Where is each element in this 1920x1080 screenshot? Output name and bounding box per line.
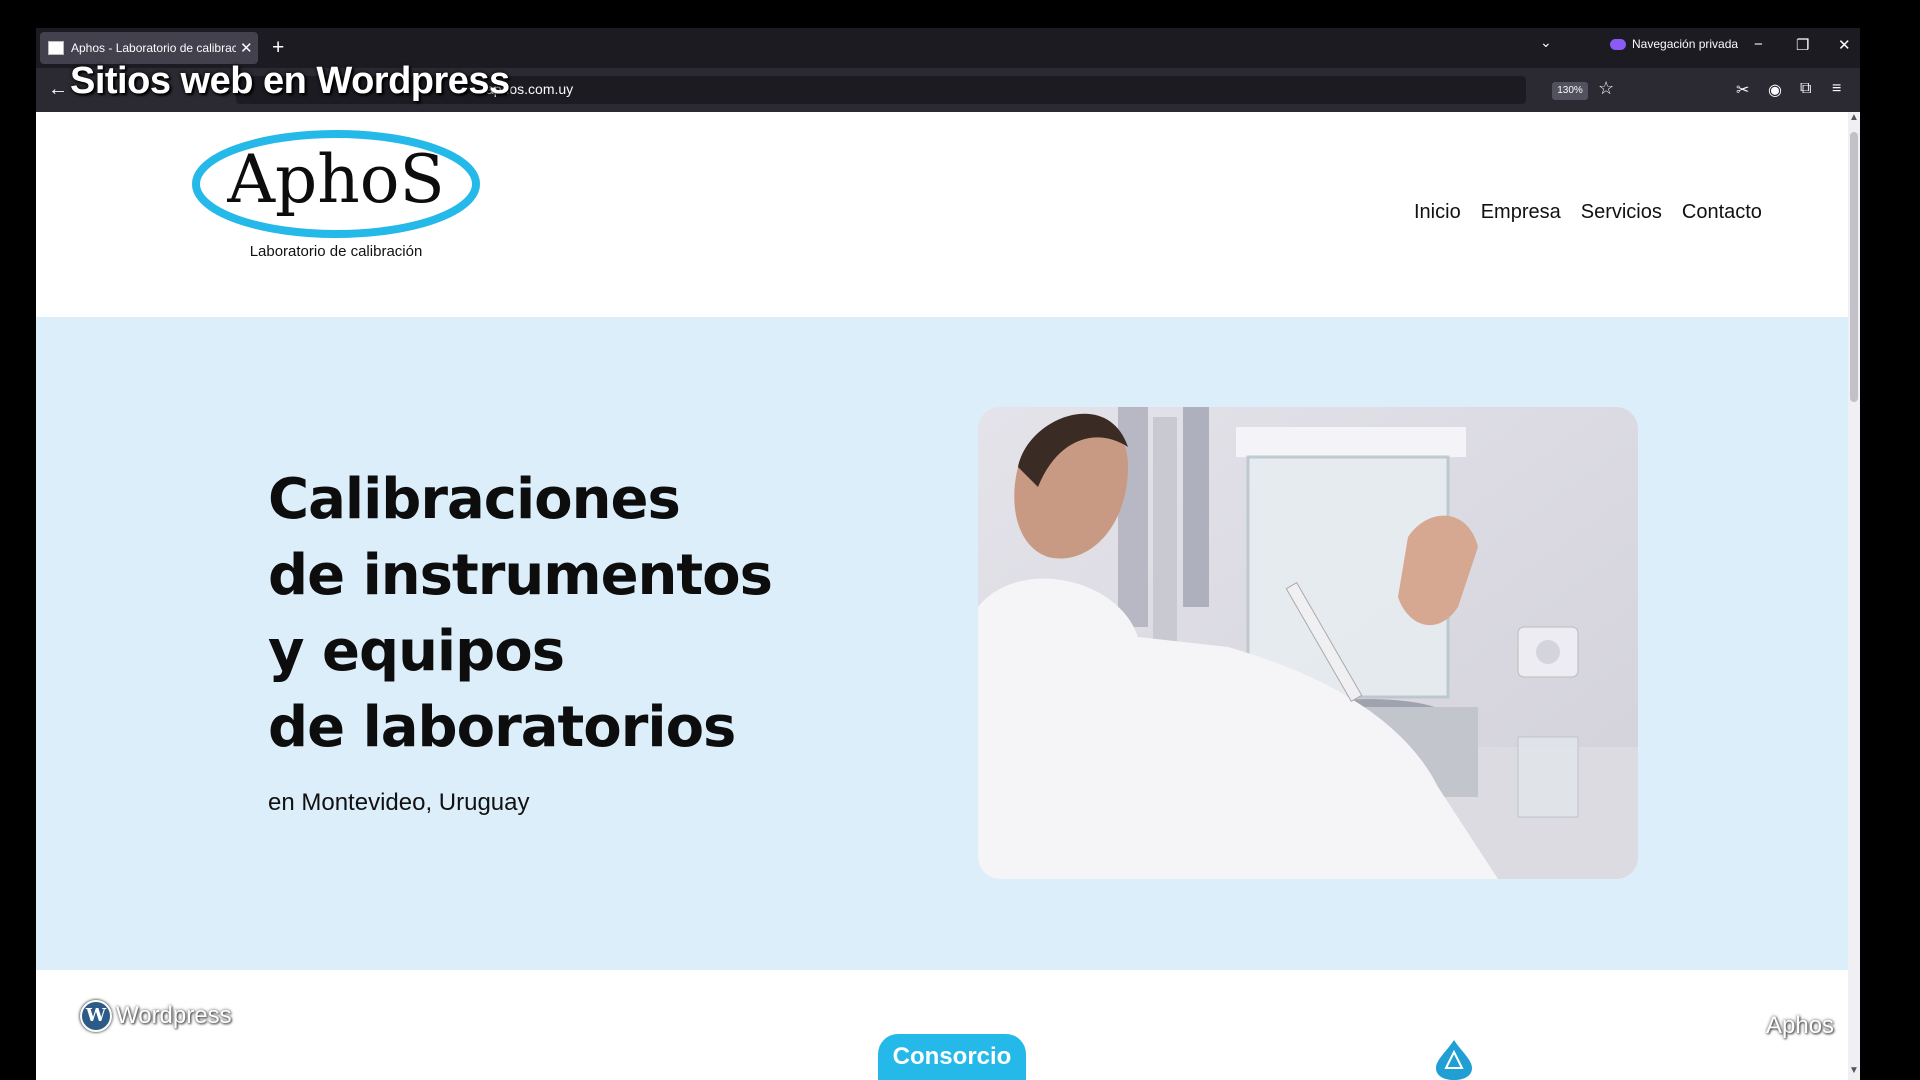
wordpress-icon: W bbox=[80, 1000, 112, 1032]
private-mask-icon bbox=[1610, 38, 1626, 50]
hero-section: Calibraciones de instrumentos y equipos … bbox=[36, 317, 1848, 970]
logo-text: AphoS bbox=[226, 141, 444, 218]
hero-subtitle: en Montevideo, Uruguay bbox=[268, 789, 530, 816]
scroll-down-icon[interactable]: ▼ bbox=[1849, 1065, 1859, 1076]
tab-title: Aphos - Laboratorio de calibración bbox=[71, 41, 236, 55]
nav-servicios[interactable]: Servicios bbox=[1581, 201, 1662, 224]
nav-empresa[interactable]: Empresa bbox=[1481, 201, 1561, 224]
aphos-watermark: Aphos bbox=[1766, 1012, 1835, 1039]
scroll-up-icon[interactable]: ▲ bbox=[1849, 112, 1859, 123]
bookmark-star-icon[interactable]: ☆ bbox=[1598, 78, 1614, 99]
screenshot-icon[interactable]: ✂ bbox=[1736, 80, 1749, 100]
video-overlay-title: Sitios web en Wordpress bbox=[70, 60, 510, 102]
wordpress-watermark: W Wordpress bbox=[80, 1000, 232, 1032]
hero-title-line: Calibraciones bbox=[268, 467, 681, 532]
cta-button[interactable]: Consorcio bbox=[878, 1034, 1026, 1080]
hero-lab-photo bbox=[978, 407, 1638, 879]
restore-icon[interactable]: ❐ bbox=[1796, 36, 1809, 54]
scroll-thumb[interactable] bbox=[1850, 132, 1858, 402]
aphos-logo[interactable]: AphoS Laboratorio de calibración bbox=[191, 128, 481, 268]
favicon-icon bbox=[48, 41, 64, 55]
menu-icon[interactable]: ≡ bbox=[1832, 80, 1841, 98]
next-section-preview: Consorcio bbox=[36, 970, 1848, 1080]
wordpress-watermark-text: Wordpress bbox=[116, 1002, 232, 1029]
hero-title-line: de instrumentos bbox=[268, 543, 773, 608]
extensions-icon[interactable]: ⧉ bbox=[1800, 80, 1811, 98]
nav-inicio[interactable]: Inicio bbox=[1414, 201, 1461, 224]
tab-list-icon[interactable]: ⌄ bbox=[1540, 34, 1552, 51]
new-tab-button[interactable]: + bbox=[272, 36, 284, 60]
extension-record-icon[interactable]: ◉ bbox=[1768, 80, 1782, 100]
site-header: AphoS Laboratorio de calibración Inicio … bbox=[36, 112, 1848, 317]
logo-tagline: Laboratorio de calibración bbox=[250, 243, 423, 260]
main-nav: Inicio Empresa Servicios Contacto bbox=[1414, 201, 1762, 224]
hero-title-line: y equipos bbox=[268, 619, 565, 684]
browser-window: Aphos - Laboratorio de calibración ✕ + ⌄… bbox=[36, 28, 1860, 1080]
minimize-icon[interactable]: − bbox=[1754, 36, 1763, 53]
nav-contacto[interactable]: Contacto bbox=[1682, 201, 1762, 224]
zoom-indicator[interactable]: 130% bbox=[1552, 82, 1588, 100]
hero-title-line: de laboratorios bbox=[268, 695, 736, 760]
private-label: Navegación privada bbox=[1632, 37, 1739, 51]
close-window-icon[interactable]: ✕ bbox=[1838, 36, 1851, 54]
page-scrollbar[interactable]: ▲ ▼ bbox=[1848, 112, 1860, 1080]
close-tab-icon[interactable]: ✕ bbox=[240, 39, 253, 57]
page-viewport: AphoS Laboratorio de calibración Inicio … bbox=[36, 112, 1848, 1080]
back-arrow-icon[interactable]: ← bbox=[48, 78, 68, 101]
private-browsing-indicator: Navegación privada bbox=[1610, 37, 1738, 51]
hero-title: Calibraciones de instrumentos y equipos … bbox=[268, 462, 773, 766]
drop-icon bbox=[1436, 1040, 1472, 1080]
